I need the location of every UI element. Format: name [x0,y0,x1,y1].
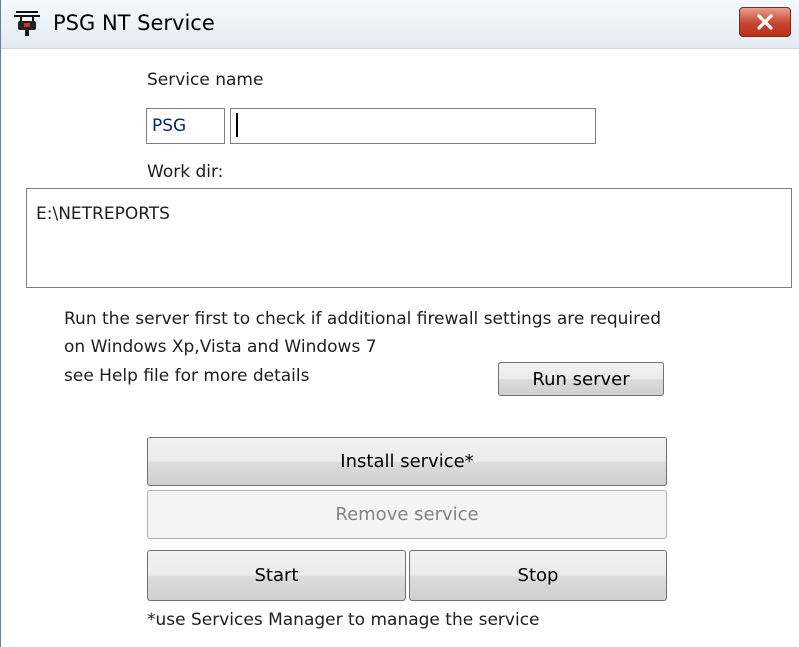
work-dir-value: E:\NETREPORTS [36,204,170,224]
close-button[interactable] [739,7,791,37]
stop-button[interactable]: Stop [409,550,667,601]
run-server-button[interactable]: Run server [498,362,664,396]
start-button[interactable]: Start [147,550,406,601]
service-prefix-value: PSG [152,116,187,136]
services-manager-footnote: *use Services Manager to manage the serv… [147,610,540,630]
service-name-input[interactable] [230,108,596,144]
remove-service-button[interactable]: Remove service [147,490,667,539]
service-plug-icon [13,9,41,39]
firewall-note-line1: Run the server first to check if additio… [64,309,662,329]
work-dir-label: Work dir: [147,162,224,182]
firewall-note-line3: see Help file for more details [64,366,310,386]
firewall-note-line2: on Windows Xp,Vista and Windows 7 [64,337,377,357]
install-service-label: Install service* [340,451,474,472]
run-server-label: Run server [532,368,630,390]
psg-nt-service-window: PSG NT Service Service name PSG Work dir… [0,0,799,647]
window-title: PSG NT Service [53,11,215,35]
start-label: Start [254,565,299,586]
service-prefix-field: PSG [146,108,225,144]
install-service-button[interactable]: Install service* [147,437,667,486]
title-bar[interactable]: PSG NT Service [1,0,799,49]
service-name-label: Service name [147,70,264,90]
remove-service-label: Remove service [335,504,479,525]
text-caret [236,113,238,137]
work-dir-field[interactable]: E:\NETREPORTS [26,188,792,288]
stop-label: Stop [517,565,559,586]
